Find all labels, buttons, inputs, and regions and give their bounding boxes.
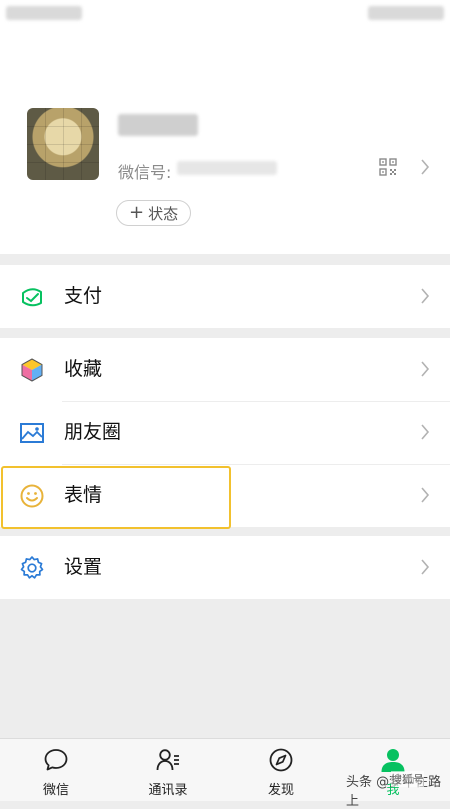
plus-icon: + [129, 202, 145, 223]
moments-image-icon [20, 423, 44, 443]
tab-contacts[interactable]: 通讯录 [123, 739, 213, 801]
profile-card[interactable]: 微信号: + 状态 [0, 28, 450, 254]
menu-item-pay[interactable]: 支付 [0, 265, 450, 328]
status-right-blur [368, 6, 444, 20]
menu-item-moments-label: 朋友圈 [64, 421, 122, 443]
menu-group-pay: 支付 [0, 265, 450, 328]
tab-discover-label: 发现 [267, 783, 294, 798]
status-left-blur [6, 6, 82, 20]
chevron-right-icon [421, 487, 430, 503]
menu-item-settings[interactable]: 设置 [0, 536, 450, 599]
avatar[interactable] [27, 108, 99, 180]
nickname-blurred [118, 114, 198, 136]
menu-item-moments[interactable]: 朋友圈 [0, 401, 450, 464]
menu-item-pay-label: 支付 [64, 285, 103, 307]
menu-item-settings-label: 设置 [64, 556, 103, 578]
settings-gear-icon [20, 556, 44, 579]
menu-item-stickers-label: 表情 [64, 484, 103, 506]
add-status-button[interactable]: + 状态 [116, 200, 192, 226]
tab-contacts-label: 通讯录 [148, 783, 188, 798]
watermark-source: 头条 [346, 775, 373, 790]
menu-group-main: 收藏 朋友圈 表情 [0, 338, 450, 527]
tab-chats[interactable]: 微信 [11, 739, 101, 801]
tab-discover[interactable]: 发现 [236, 739, 326, 801]
qr-code-icon[interactable] [379, 158, 397, 176]
watermark-logo: 搜狐号 [391, 771, 424, 787]
chevron-right-icon [421, 361, 430, 377]
compass-icon [269, 748, 293, 772]
profile-chevron-right-icon [421, 159, 430, 175]
menu-item-stickers[interactable]: 表情 [0, 464, 450, 527]
pay-icon [22, 288, 42, 307]
chat-bubble-icon [44, 749, 68, 771]
contacts-icon [156, 749, 179, 771]
chevron-right-icon [421, 559, 430, 575]
wechat-id-label: 微信号: [118, 163, 172, 182]
status-bar [0, 0, 450, 28]
wechat-id-blurred [177, 161, 277, 175]
menu-group-settings: 设置 [0, 536, 450, 599]
favorites-cube-icon [21, 358, 43, 382]
menu-item-favorites-label: 收藏 [64, 358, 103, 380]
add-status-label: 状态 [148, 204, 179, 223]
tab-chats-label: 微信 [42, 783, 69, 798]
chevron-right-icon [421, 288, 430, 304]
person-icon [381, 749, 405, 772]
smiley-face-icon [20, 484, 44, 508]
chevron-right-icon [421, 424, 430, 440]
menu-item-favorites[interactable]: 收藏 [0, 338, 450, 401]
